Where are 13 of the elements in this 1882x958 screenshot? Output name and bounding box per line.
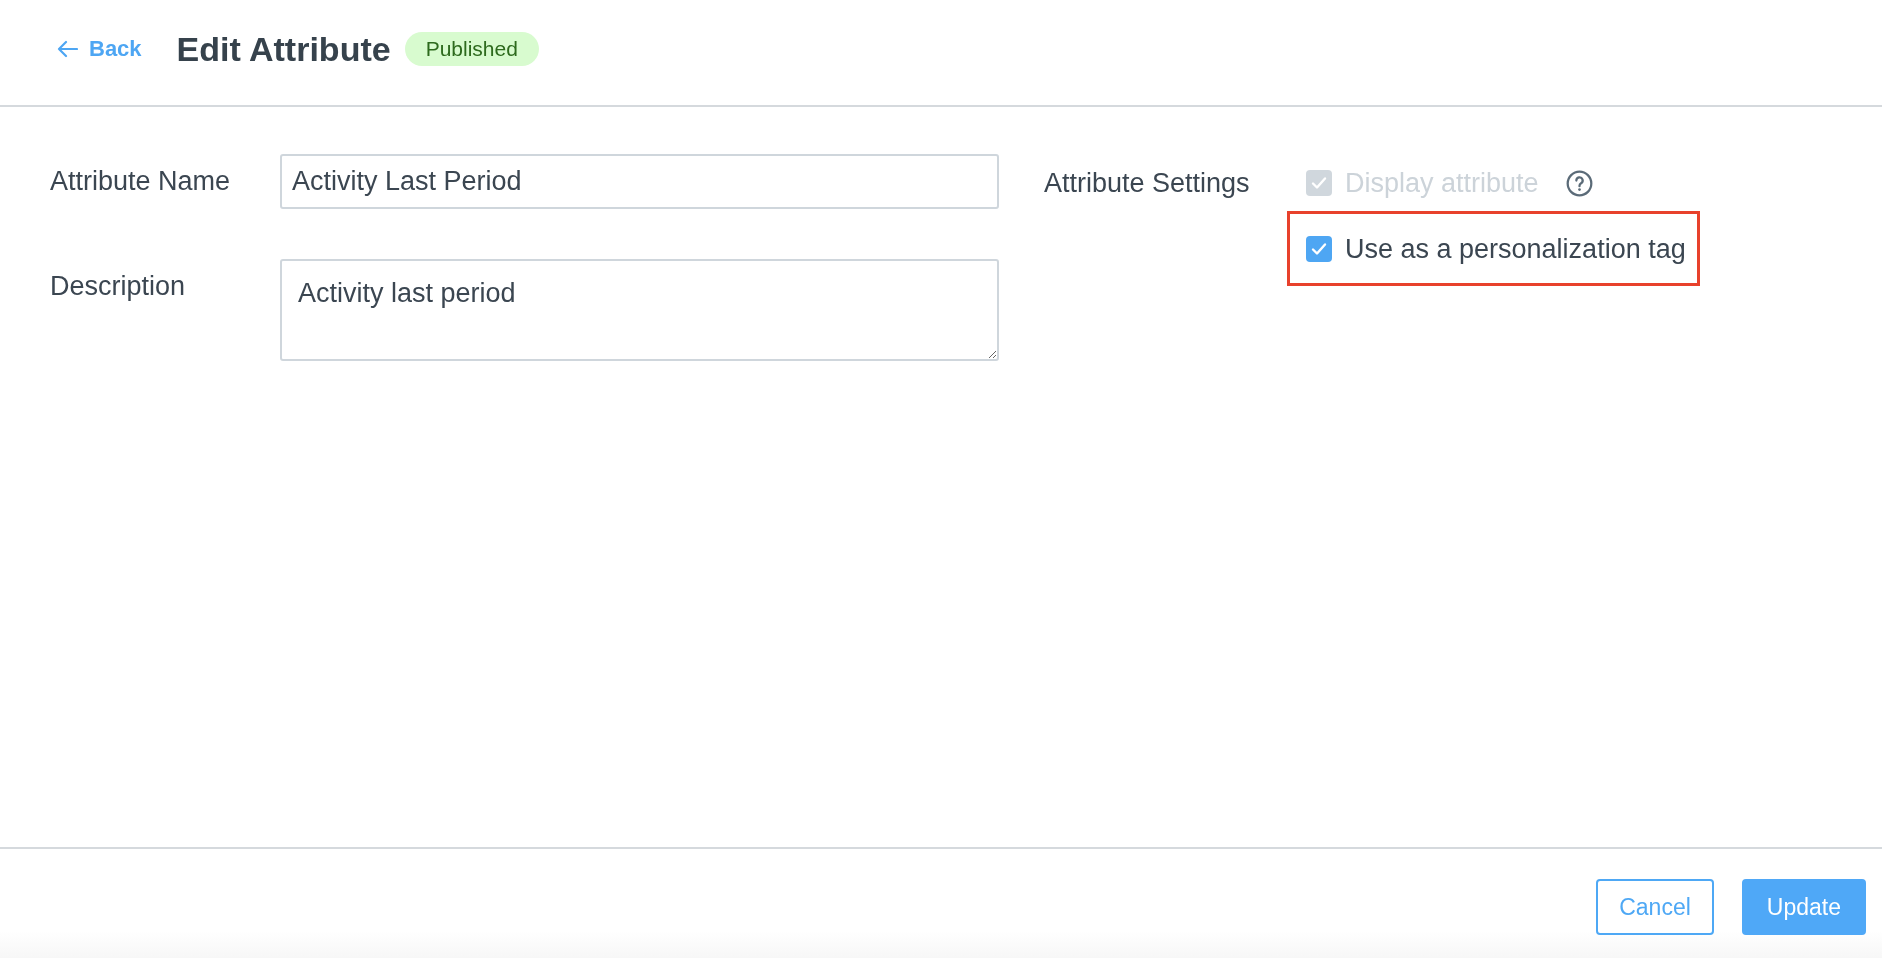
update-button[interactable]: Update: [1741, 879, 1866, 935]
cancel-button[interactable]: Cancel: [1596, 879, 1714, 935]
checkbox[interactable]: [1306, 236, 1332, 262]
checkbox-label: Use as a personalization tag: [1345, 233, 1686, 265]
text-area[interactable]: Activity last period: [280, 259, 999, 361]
field-label: Attribute Name: [50, 165, 232, 198]
field-label: Description: [50, 270, 187, 303]
text-field[interactable]: Activity Last Period: [280, 154, 999, 209]
page-title: Edit Attribute: [176, 28, 391, 70]
back-link[interactable]: Back: [57, 38, 142, 60]
status-badge: Published: [404, 32, 539, 66]
left-arrow-icon: [57, 40, 78, 58]
section-label: Attribute Settings: [1044, 167, 1251, 199]
